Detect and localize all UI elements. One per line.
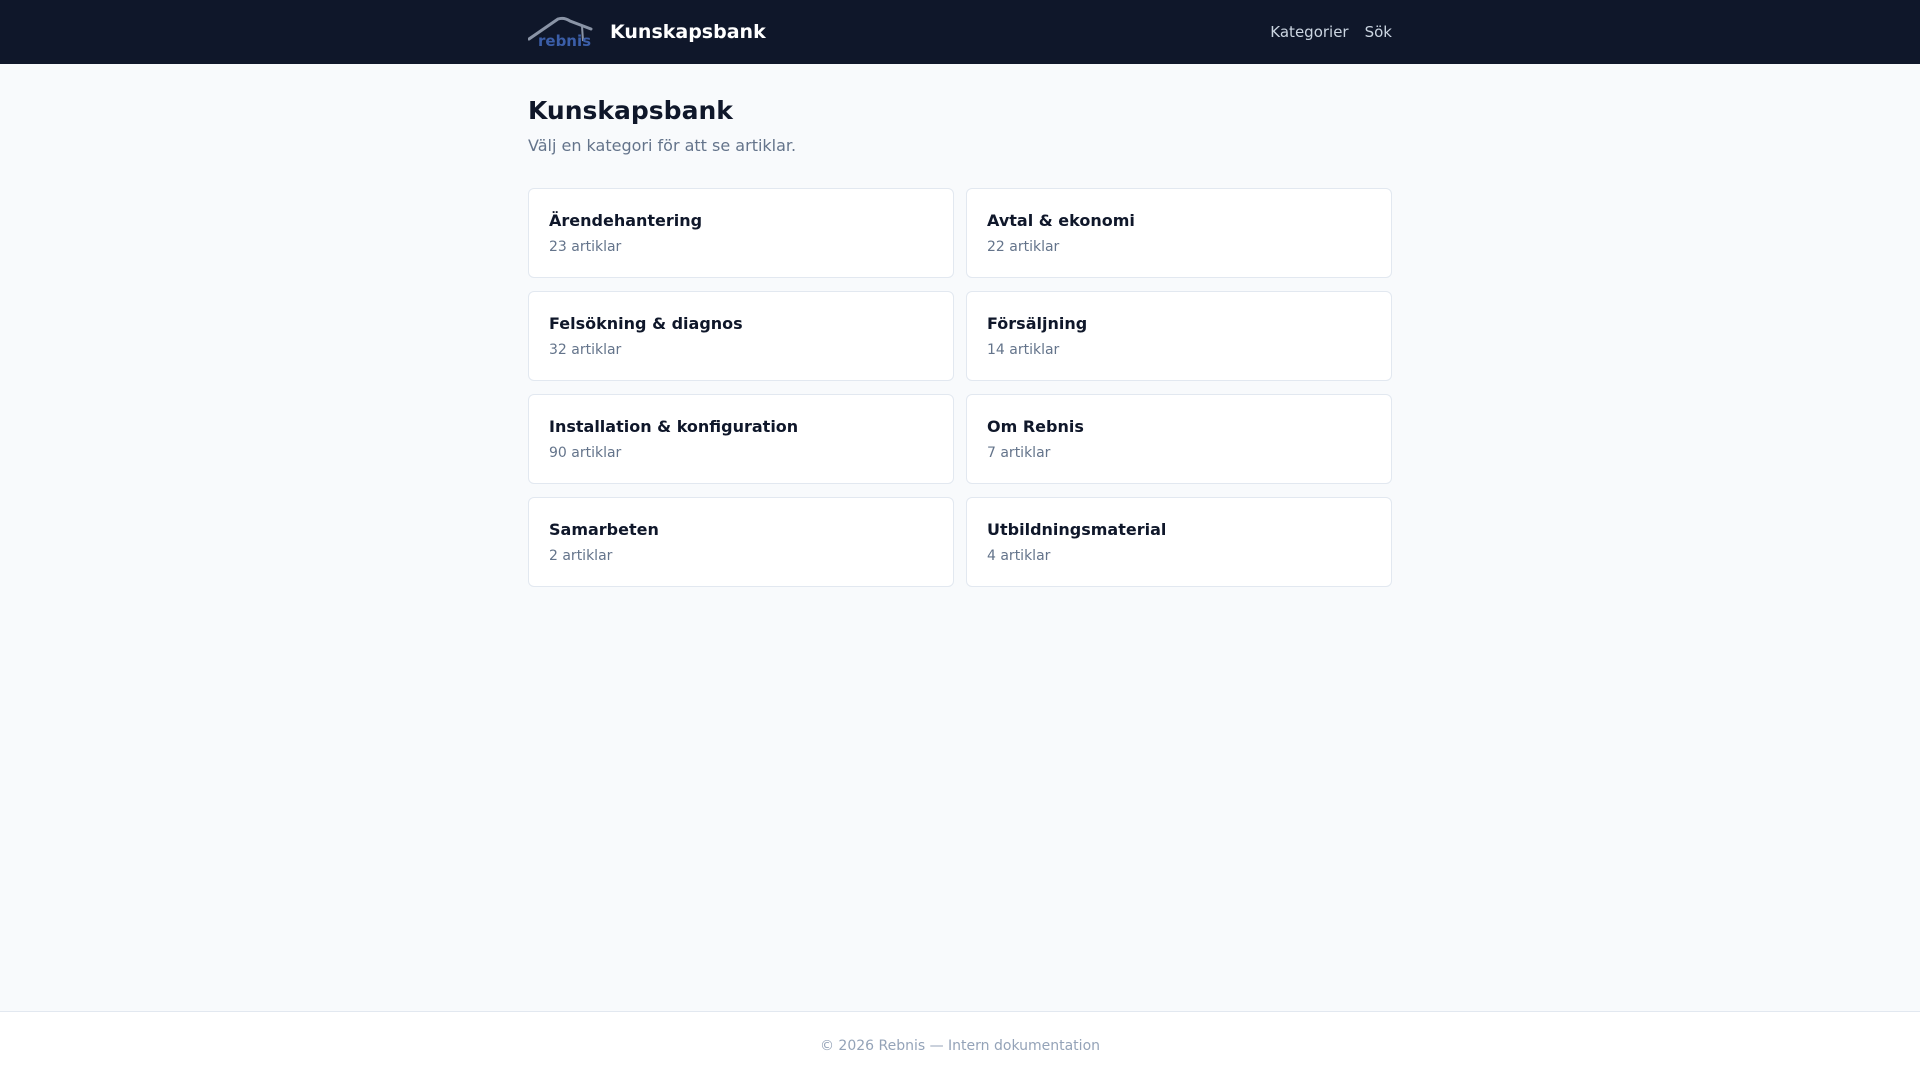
page-title: Kunskapsbank [528, 96, 733, 125]
footer-copyright: © 2026 Rebnis — Intern dokumentation [819, 1038, 1101, 1054]
category-card[interactable]: Samarbeten 2 artiklar [528, 497, 954, 587]
navbar-inner: rebnis Kunskapsbank Kategorier Sök [528, 0, 1392, 64]
main-content: Kunskapsbank Välj en kategori för att se… [528, 64, 1392, 587]
category-name: Försäljning [987, 314, 1088, 333]
category-article-count: 23 artiklar [549, 239, 622, 255]
category-name: Utbildningsmaterial [987, 520, 1167, 539]
category-article-count: 14 artiklar [987, 342, 1060, 358]
category-article-count: 22 artiklar [987, 239, 1060, 255]
category-card[interactable]: Ärendehantering 23 artiklar [528, 188, 954, 278]
category-card[interactable]: Försäljning 14 artiklar [966, 291, 1392, 381]
category-name: Samarbeten [549, 520, 659, 539]
rebnis-logo-icon: rebnis [528, 16, 593, 49]
category-card[interactable]: Felsökning & diagnos 32 artiklar [528, 291, 954, 381]
category-article-count: 4 artiklar [987, 548, 1051, 564]
nav-link-sok[interactable]: Sök [1365, 23, 1392, 41]
main-nav: Kategorier Sök [1270, 23, 1392, 41]
category-name: Avtal & ekonomi [987, 211, 1135, 230]
category-name: Installation & konfiguration [549, 417, 799, 436]
category-article-count: 90 artiklar [549, 445, 622, 461]
category-card[interactable]: Utbildningsmaterial 4 artiklar [966, 497, 1392, 587]
nav-link-kategorier[interactable]: Kategorier [1270, 23, 1348, 41]
page-footer: © 2026 Rebnis — Intern dokumentation [0, 1011, 1920, 1080]
category-grid: Ärendehantering 23 artiklar Avtal & ekon… [528, 188, 1392, 587]
top-navbar: rebnis Kunskapsbank Kategorier Sök [0, 0, 1920, 64]
category-article-count: 2 artiklar [549, 548, 613, 564]
category-article-count: 32 artiklar [549, 342, 622, 358]
category-card[interactable]: Installation & konfiguration 90 artiklar [528, 394, 954, 484]
category-name: Ärendehantering [549, 211, 703, 230]
category-name: Om Rebnis [987, 417, 1084, 436]
logo-text: rebnis [538, 32, 591, 49]
category-article-count: 7 artiklar [987, 445, 1051, 461]
category-card[interactable]: Om Rebnis 7 artiklar [966, 394, 1392, 484]
category-card[interactable]: Avtal & ekonomi 22 artiklar [966, 188, 1392, 278]
site-title: Kunskapsbank [610, 21, 766, 43]
page-subtitle: Välj en kategori för att se artiklar. [528, 136, 797, 155]
brand-home-link[interactable]: rebnis Kunskapsbank [528, 15, 766, 49]
category-name: Felsökning & diagnos [549, 314, 743, 333]
